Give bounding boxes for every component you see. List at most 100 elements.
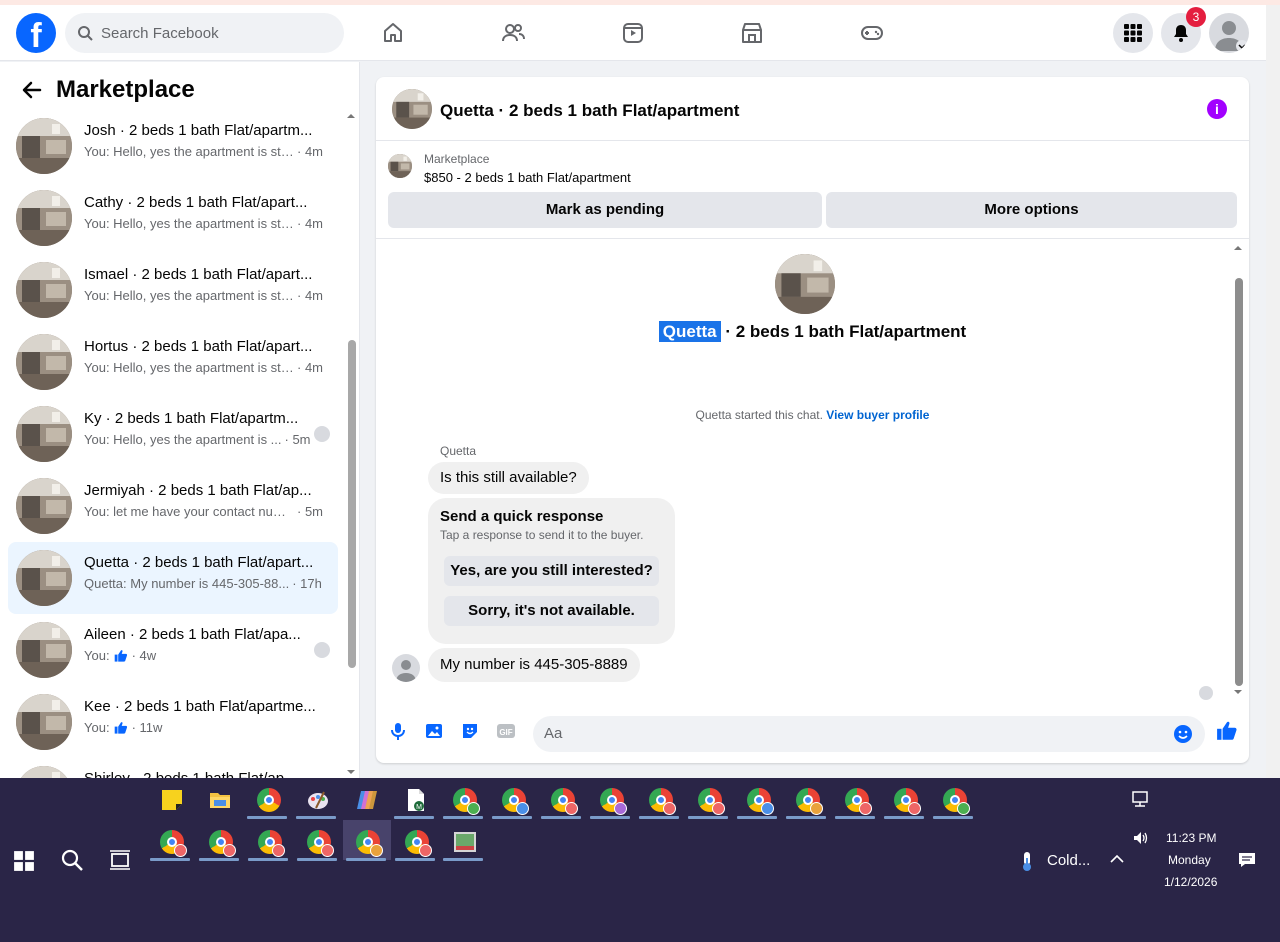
conversation-item[interactable]: Jermiyah · 2 beds 1 bath Flat/ap... You: … [8, 470, 338, 542]
home-icon[interactable] [379, 19, 407, 47]
conversation-title: Josh · 2 beds 1 bath Flat/apartm... [84, 122, 313, 139]
conversation-item[interactable]: Cathy · 2 beds 1 bath Flat/apart... You: … [8, 182, 338, 254]
gif-icon[interactable]: GIF [496, 721, 516, 741]
paint-icon[interactable] [306, 788, 330, 812]
last-message: You: [84, 648, 110, 663]
chrome-icon[interactable] [845, 788, 872, 815]
task-view-icon[interactable] [108, 848, 132, 872]
conversation-title: Ismael · 2 beds 1 bath Flat/apart... [84, 266, 313, 283]
weather-text[interactable]: Cold... [1047, 852, 1090, 869]
chrome-icon[interactable] [796, 788, 823, 815]
listing-thumbnail[interactable] [392, 89, 432, 129]
conversation-preview: You: Hello, yes the apartment is stil...… [84, 360, 324, 375]
chevron-up-icon[interactable] [1108, 852, 1126, 866]
volume-icon[interactable] [1132, 830, 1150, 846]
sidebar-scrollbar[interactable] [344, 110, 358, 778]
chat-title[interactable]: Quetta · 2 beds 1 bath Flat/apartment [440, 101, 739, 121]
conversation-item[interactable]: Aileen · 2 beds 1 bath Flat/apa... You: · … [8, 614, 338, 686]
video-icon[interactable] [619, 19, 647, 47]
conversation-item[interactable]: Hortus · 2 beds 1 bath Flat/apart... You:… [8, 326, 338, 398]
account-avatar[interactable] [1209, 13, 1249, 53]
sticker-icon[interactable] [460, 721, 480, 741]
buyer-avatar[interactable] [392, 654, 420, 682]
chrome-icon[interactable] [502, 788, 529, 815]
emoji-icon[interactable] [1173, 724, 1193, 744]
conversation-item[interactable]: Josh · 2 beds 1 bath Flat/apartm... You: … [8, 110, 338, 182]
thermometer-icon[interactable] [1016, 850, 1038, 872]
listing-thumbnail [16, 406, 72, 462]
chrome-icon[interactable] [356, 830, 383, 857]
search-placeholder: Search Facebook [101, 24, 219, 42]
windows-start-icon[interactable] [13, 850, 35, 872]
message-time: · 4m [297, 216, 323, 231]
back-arrow-icon[interactable] [20, 78, 44, 102]
search-icon[interactable] [60, 848, 84, 872]
chrome-icon[interactable] [600, 788, 627, 815]
chrome-icon[interactable] [209, 830, 236, 857]
view-buyer-profile-link[interactable]: View buyer profile [826, 408, 929, 422]
clock-date[interactable]: 1/12/2026 [1164, 875, 1217, 889]
last-message: You: Hello, yes the apartment is stil... [84, 288, 294, 303]
conversation-preview: You: Hello, yes the apartment is stil...… [84, 144, 324, 159]
chrome-icon[interactable] [943, 788, 970, 815]
conversation-title: Jermiyah · 2 beds 1 bath Flat/ap... [84, 482, 312, 499]
network-icon[interactable] [1130, 790, 1152, 808]
gaming-icon[interactable] [858, 19, 886, 47]
listing-thumbnail [16, 550, 72, 606]
search-input[interactable]: Search Facebook [65, 13, 344, 53]
clock-day[interactable]: Monday [1168, 853, 1211, 867]
chrome-icon[interactable] [453, 788, 480, 815]
clock-time[interactable]: 11:23 PM [1166, 831, 1216, 845]
friends-icon[interactable] [499, 19, 527, 47]
file-explorer-icon[interactable] [208, 788, 232, 812]
more-options-button[interactable]: More options [826, 192, 1237, 228]
last-message: You: Hello, yes the apartment is stil... [84, 216, 294, 231]
chrome-icon[interactable] [258, 830, 285, 857]
chrome-icon[interactable] [551, 788, 578, 815]
chrome-icon[interactable] [257, 788, 281, 812]
quick-response-title: Send a quick response [440, 508, 604, 525]
document-icon[interactable]: M [404, 788, 428, 812]
chrome-icon[interactable] [698, 788, 725, 815]
conversation-item[interactable]: Quetta · 2 beds 1 bath Flat/apart... Quet… [8, 542, 338, 614]
message-input[interactable]: Aa [533, 716, 1205, 752]
running-indicator [443, 816, 483, 819]
page-scrollbar[interactable] [1266, 5, 1280, 778]
message-bubble: My number is 445-305-8889 [428, 648, 640, 682]
message-thread: Quetta · 2 beds 1 bath Flat/apartment Qu… [376, 240, 1249, 708]
chat-scrollbar[interactable] [1231, 240, 1245, 700]
svg-text:GIF: GIF [499, 728, 512, 737]
marketplace-icon[interactable] [738, 19, 766, 47]
conversation-preview: You: Hello, yes the apartment is ... · 5m [84, 432, 324, 447]
copilot-icon[interactable] [355, 788, 379, 812]
chrome-icon[interactable] [160, 830, 187, 857]
chrome-icon[interactable] [747, 788, 774, 815]
conversation-item[interactable]: Shirley · 2 beds 1 bath Flat/ap... [8, 758, 338, 778]
mark-pending-button[interactable]: Mark as pending [388, 192, 822, 228]
chrome-icon[interactable] [894, 788, 921, 815]
action-center-icon[interactable] [1238, 852, 1256, 868]
chrome-icon[interactable] [405, 830, 432, 857]
quick-reply-sorry-button[interactable]: Sorry, it's not available. [444, 596, 659, 626]
listing-photo[interactable] [775, 254, 835, 314]
chrome-icon[interactable] [307, 830, 334, 857]
info-icon[interactable]: i [1207, 99, 1227, 119]
running-indicator [443, 858, 483, 861]
chrome-icon[interactable] [649, 788, 676, 815]
microphone-icon[interactable] [388, 721, 408, 741]
running-indicator [639, 816, 679, 819]
quick-reply-yes-button[interactable]: Yes, are you still interested? [444, 556, 659, 586]
listing-name: Quetta · 2 beds 1 bath Flat/apartment [376, 321, 1249, 342]
conversation-item[interactable]: Kee · 2 beds 1 bath Flat/apartme... You: ·… [8, 686, 338, 758]
conversation-item[interactable]: Ismael · 2 beds 1 bath Flat/apart... You:… [8, 254, 338, 326]
listing-price[interactable]: $850 - 2 beds 1 bath Flat/apartment [424, 170, 631, 185]
listing-thumbnail [16, 478, 72, 534]
message-time: · 17h [292, 576, 322, 591]
sticky-notes-icon[interactable] [160, 788, 184, 812]
thumbs-up-icon[interactable] [1216, 720, 1238, 742]
conversation-item[interactable]: Ky · 2 beds 1 bath Flat/apartm... You: He… [8, 398, 338, 470]
menu-grid-button[interactable] [1113, 13, 1153, 53]
photos-icon[interactable] [453, 830, 477, 854]
facebook-logo[interactable]: f [16, 13, 56, 53]
photo-icon[interactable] [424, 721, 444, 741]
